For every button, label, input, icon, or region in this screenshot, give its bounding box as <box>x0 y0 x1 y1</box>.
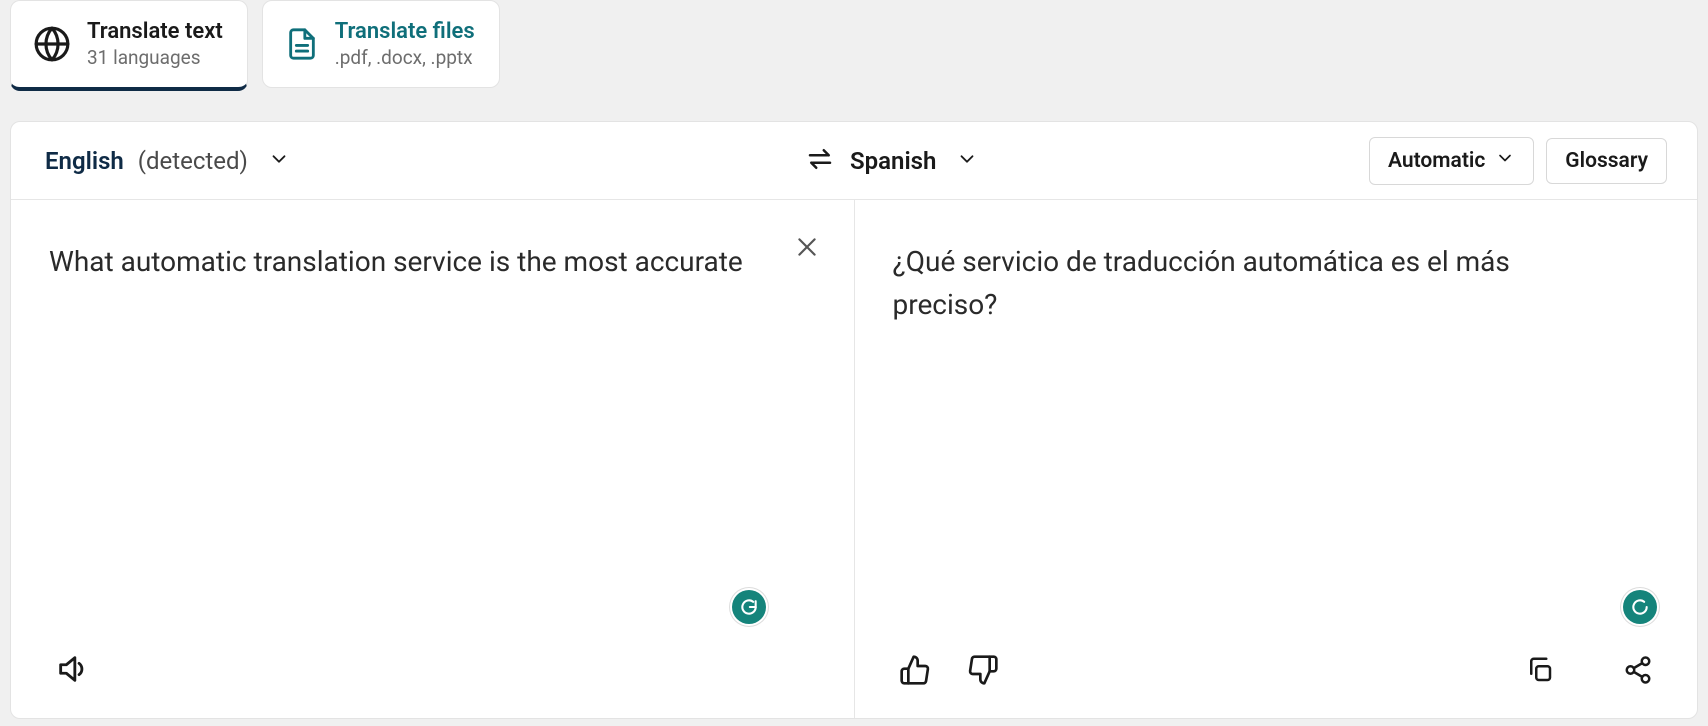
translation-panes: What automatic translation service is th… <box>11 200 1697 718</box>
tab-translate-text[interactable]: Translate text 31 languages <box>10 0 248 91</box>
copy-button[interactable] <box>1519 649 1561 691</box>
globe-icon <box>33 25 71 63</box>
grammarly-icon[interactable] <box>1623 590 1657 624</box>
swap-languages-button[interactable] <box>805 144 835 178</box>
tab-text-subtitle: 31 languages <box>87 46 223 69</box>
listen-source-button[interactable] <box>49 646 95 692</box>
formality-label: Automatic <box>1388 149 1485 173</box>
target-language-selector[interactable]: Spanish <box>850 147 978 175</box>
chevron-down-icon <box>956 148 978 174</box>
clear-source-button[interactable] <box>794 234 820 264</box>
tab-text-title: Translate text <box>87 19 223 44</box>
chevron-down-icon <box>1495 148 1515 174</box>
target-language-label: Spanish <box>850 147 936 175</box>
share-button[interactable] <box>1617 649 1659 691</box>
right-controls: Automatic Glossary <box>1369 137 1667 185</box>
target-footer <box>893 648 1660 692</box>
source-pane: What automatic translation service is th… <box>11 200 855 718</box>
source-textarea[interactable]: What automatic translation service is th… <box>49 240 774 283</box>
thumbs-up-button[interactable] <box>893 648 937 692</box>
source-language-selector[interactable]: English (detected) <box>45 147 790 175</box>
formality-dropdown[interactable]: Automatic <box>1369 137 1534 185</box>
grammarly-icon[interactable] <box>732 590 766 624</box>
tab-translate-files[interactable]: Translate files .pdf, .docx, .pptx <box>262 0 500 88</box>
source-language-label: English <box>45 147 124 175</box>
detected-label: (detected) <box>138 147 248 175</box>
target-text-output: ¿Qué servicio de traducción automática e… <box>893 240 1618 327</box>
document-icon <box>285 27 319 61</box>
tab-files-title: Translate files <box>335 19 475 44</box>
chevron-down-icon <box>268 148 290 174</box>
translator-card: English (detected) Spanish Automatic <box>10 121 1698 719</box>
source-footer <box>49 646 816 692</box>
tab-text-labels: Translate text 31 languages <box>87 19 223 69</box>
thumbs-down-button[interactable] <box>961 648 1005 692</box>
tab-files-subtitle: .pdf, .docx, .pptx <box>335 46 475 69</box>
target-pane: ¿Qué servicio de traducción automática e… <box>855 200 1698 718</box>
mode-tabs: Translate text 31 languages Translate fi… <box>0 0 1708 91</box>
glossary-button[interactable]: Glossary <box>1546 138 1667 184</box>
language-bar: English (detected) Spanish Automatic <box>11 122 1697 200</box>
tab-files-labels: Translate files .pdf, .docx, .pptx <box>335 19 475 69</box>
glossary-label: Glossary <box>1565 149 1648 173</box>
